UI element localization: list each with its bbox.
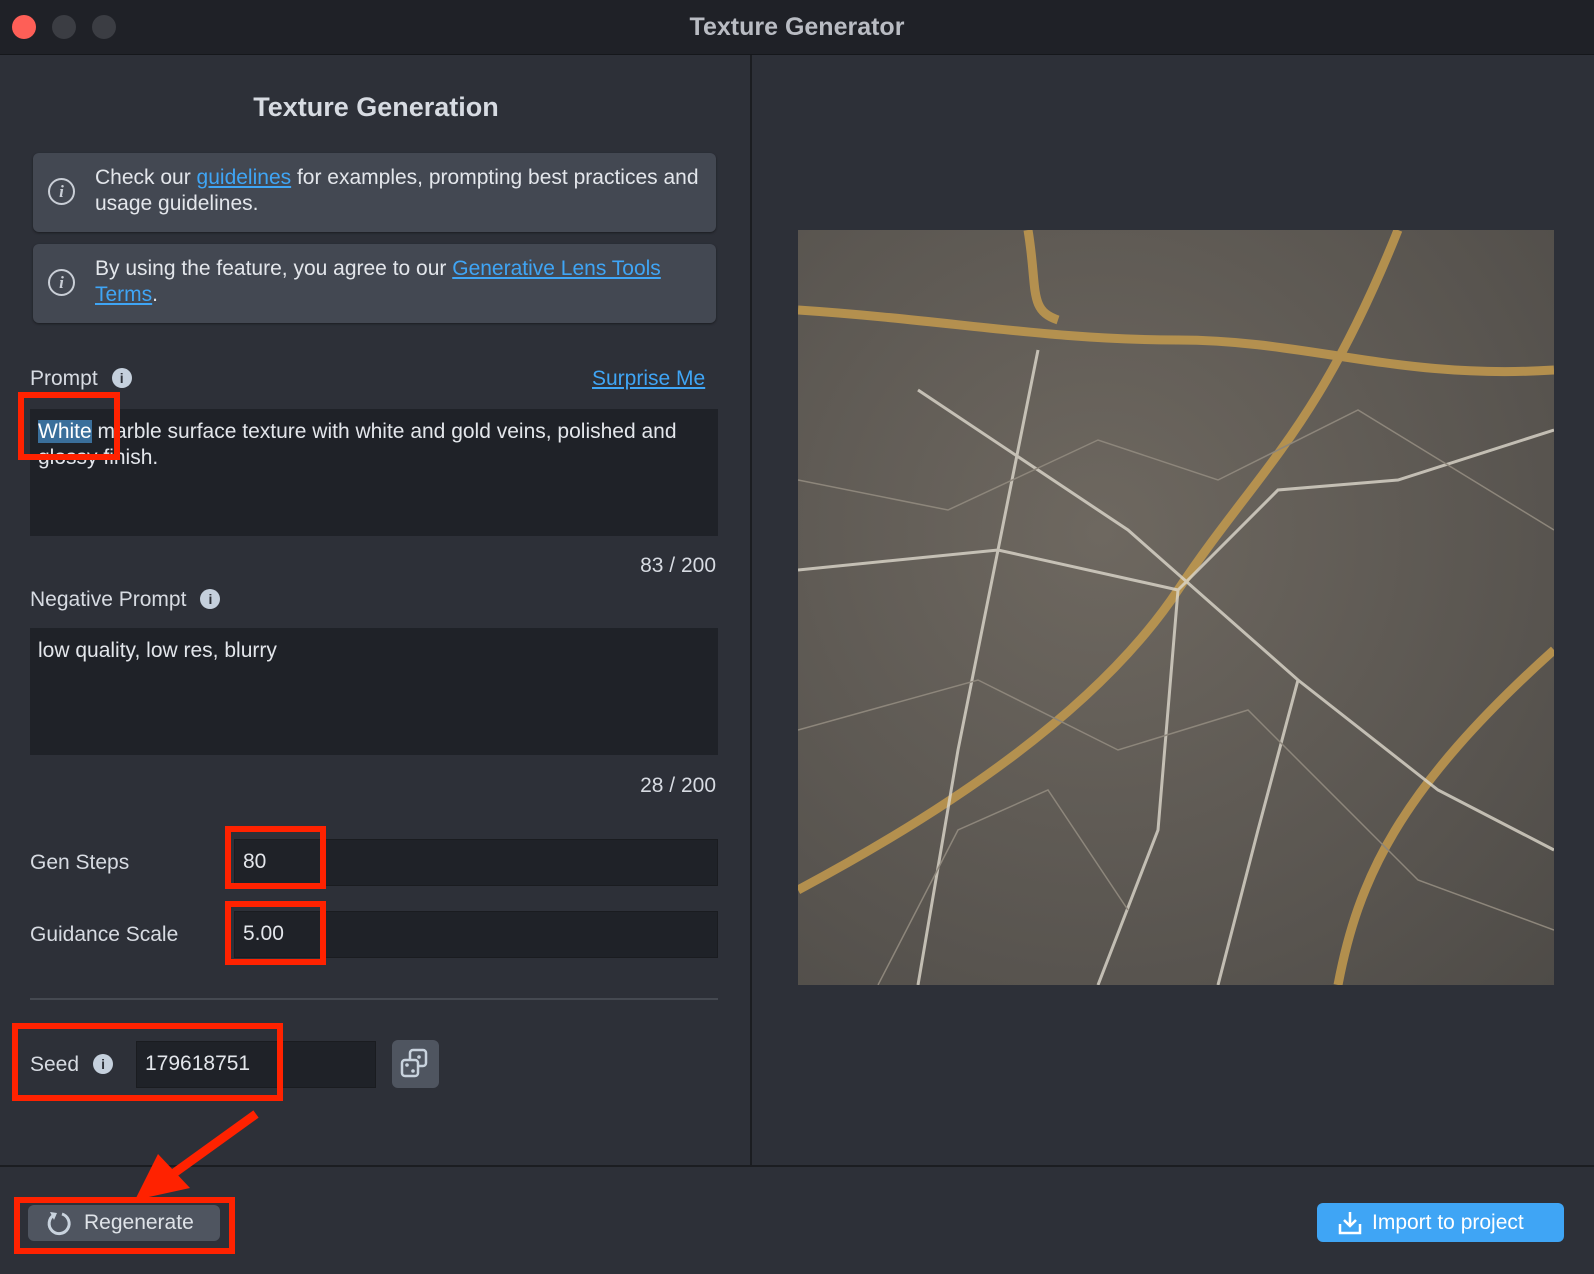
dice-icon xyxy=(400,1048,428,1078)
guidelines-info: i Check our guidelines for examples, pro… xyxy=(33,153,716,232)
prompt-text: marble surface texture with white and go… xyxy=(38,420,677,469)
generated-texture-image xyxy=(795,228,1558,986)
info-icon: i xyxy=(48,269,75,296)
annotation-box-guidance xyxy=(225,901,326,965)
guidance-scale-label: Guidance Scale xyxy=(30,923,179,946)
annotation-box-gen-steps xyxy=(225,826,326,889)
prompt-input[interactable]: White marble surface texture with white … xyxy=(30,409,718,536)
annotation-box-seed xyxy=(12,1023,283,1101)
prompt-label: Prompt i xyxy=(30,367,132,391)
negative-prompt-input[interactable]: low quality, low res, blurry xyxy=(30,628,718,755)
divider xyxy=(30,998,718,1000)
import-label: Import to project xyxy=(1372,1211,1524,1234)
info-text: . xyxy=(152,283,159,306)
terms-info: i By using the feature, you agree to our… xyxy=(33,244,716,323)
guidelines-link[interactable]: guidelines xyxy=(197,166,292,189)
info-icon[interactable]: i xyxy=(200,589,221,609)
annotation-box-prompt xyxy=(18,392,120,460)
title-bar: Texture Generator xyxy=(0,0,1594,55)
random-seed-button[interactable] xyxy=(392,1040,439,1088)
negative-char-count: 28 / 200 xyxy=(640,774,716,797)
window-title: Texture Generator xyxy=(689,13,905,41)
download-icon xyxy=(1338,1212,1362,1235)
gen-steps-label: Gen Steps xyxy=(30,851,130,874)
info-icon[interactable]: i xyxy=(111,368,132,388)
prompt-char-count: 83 / 200 xyxy=(640,554,716,577)
surprise-me-link[interactable]: Surprise Me xyxy=(592,367,717,391)
panel-heading: Texture Generation xyxy=(253,92,499,122)
annotation-arrow xyxy=(135,1110,259,1200)
import-to-project-button[interactable]: Import to project xyxy=(1317,1203,1564,1242)
marble-veins xyxy=(795,228,1558,986)
info-text: By using the feature, you agree to our xyxy=(95,257,453,280)
info-icon: i xyxy=(48,178,75,205)
info-text: Check our xyxy=(95,166,197,189)
negative-prompt-label: Negative Prompt i xyxy=(30,588,221,612)
